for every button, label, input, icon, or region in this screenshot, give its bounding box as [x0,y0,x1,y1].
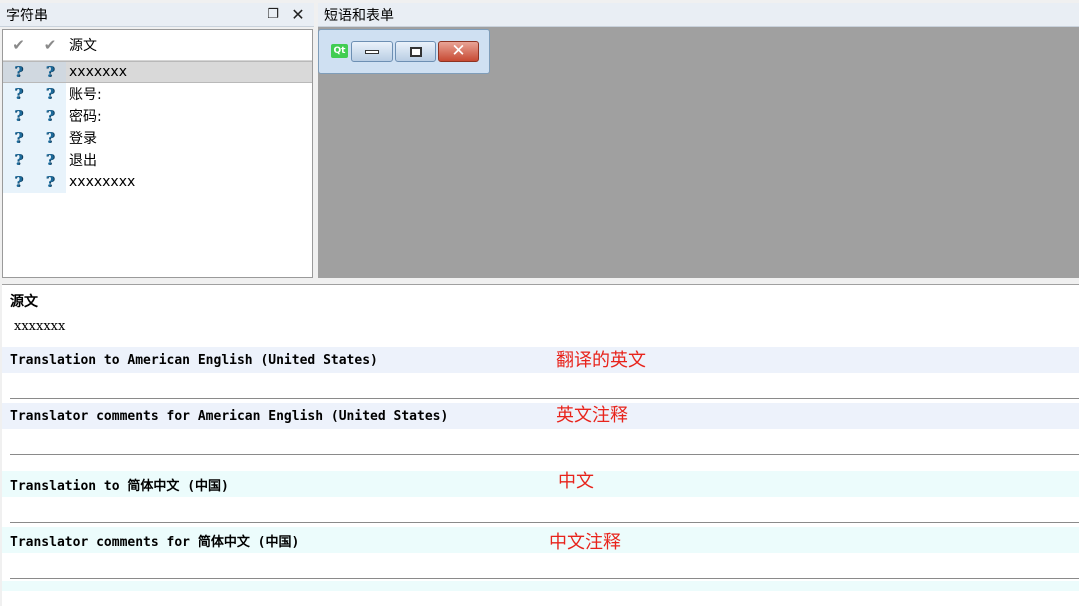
phrase-dock-title: 短语和表单 [318,3,1079,27]
chinese-comment-input[interactable] [10,553,1079,579]
minimize-button[interactable] [351,41,393,62]
english-translation-label: Translation to American English (United … [2,347,1079,373]
strings-dock-title-text: 字符串 [6,7,48,24]
close-window-button[interactable]: ✕ [438,41,479,62]
strings-list[interactable]: ✔ ✔ 源文 ?? xxxxxxx?? 账号:?? 密码:?? 登录?? 退出?? xxxx… [2,29,313,278]
string-row-text: 账号: [69,87,102,103]
chinese-translation-annotation: 中文 [558,471,594,492]
status-unknown-icon[interactable]: ? [14,107,23,125]
string-row-text: xxxxxxx [69,64,127,80]
status-unknown-icon[interactable]: ? [14,151,23,169]
string-row-text: xxxxxxxx [69,174,136,190]
phrase-dock-title-text: 短语和表单 [324,7,394,24]
qt-logo-icon: Qt [331,44,348,58]
english-comment-label: Translator comments for American English… [2,403,1079,429]
source-label: 源文 [10,294,38,310]
mdi-window-controls: Qt ✕ [318,29,490,74]
close-icon[interactable]: ✕ [289,5,307,24]
string-row[interactable]: ?? 密码: [3,105,312,127]
strings-header: ✔ ✔ 源文 [3,30,312,61]
status-unknown-icon[interactable]: ? [46,129,55,147]
source-text: xxxxxxx [14,319,66,334]
string-row[interactable]: ?? 登录 [3,127,312,149]
string-row[interactable]: ?? 账号: [3,83,312,105]
check-icon[interactable]: ✔ [44,36,57,54]
chinese-comment-label: Translator comments for 简体中文 (中国) [2,527,1079,553]
string-row[interactable]: ?? xxxxxxxx [3,171,312,193]
maximize-icon [409,46,422,57]
status-unknown-icon[interactable]: ? [14,129,23,147]
maximize-button[interactable] [395,41,436,62]
english-translation-annotation: 翻译的英文 [556,350,646,371]
english-translation-input[interactable] [10,373,1079,399]
chinese-translation-label: Translation to 简体中文 (中国) [2,471,1079,497]
status-unknown-icon[interactable]: ? [46,151,55,169]
english-comment-annotation: 英文注释 [556,405,628,426]
string-row[interactable]: ?? 退出 [3,149,312,171]
status-unknown-icon[interactable]: ? [14,85,23,103]
minimize-icon [365,49,379,54]
string-row-text: 登录 [69,131,97,147]
check-icon[interactable]: ✔ [12,36,25,54]
status-unknown-icon[interactable]: ? [46,107,55,125]
strings-dock-title: 字符串 ❐ ✕ [0,3,314,27]
chinese-translation-input[interactable] [10,497,1079,523]
close-icon: ✕ [451,41,466,61]
english-comment-input[interactable] [10,429,1079,455]
chinese-comment-annotation: 中文注释 [549,532,621,553]
source-column-header[interactable]: 源文 [66,35,312,55]
status-unknown-icon[interactable]: ? [46,63,55,81]
string-row-text: 退出 [69,153,97,169]
editor-footer-strip [2,581,1079,591]
status-unknown-icon[interactable]: ? [14,63,23,81]
string-row[interactable]: ?? xxxxxxx [3,61,312,83]
float-icon[interactable]: ❐ [264,5,282,23]
phrase-mdi-area: Qt ✕ [318,27,1079,278]
status-unknown-icon[interactable]: ? [46,85,55,103]
status-unknown-icon[interactable]: ? [14,173,23,191]
string-row-text: 密码: [69,109,102,125]
translation-editor: 源文 xxxxxxx Translation to American Engli… [2,284,1079,606]
status-unknown-icon[interactable]: ? [46,173,55,191]
